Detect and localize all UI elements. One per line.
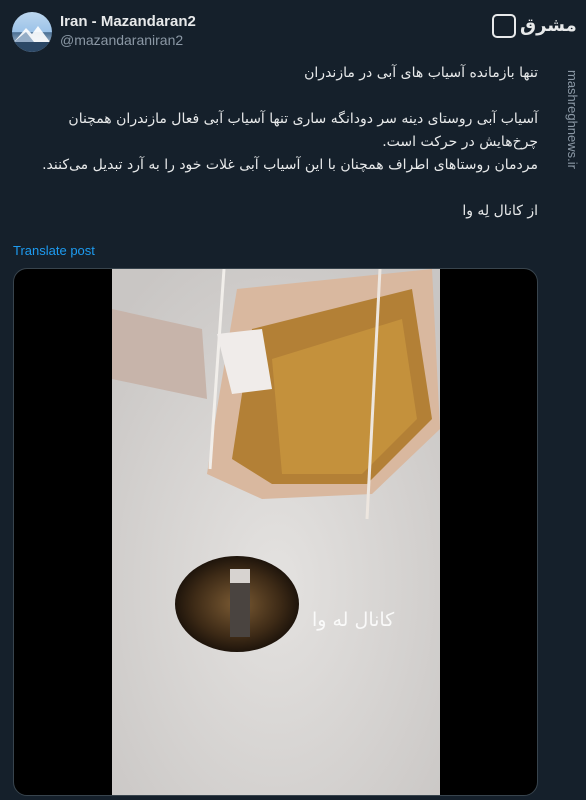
video-player[interactable]: کانال له وا — [13, 268, 538, 796]
logo-text: مشرق — [520, 15, 577, 36]
tweet-text: تنها بازمانده آسیاب های آبی در مازندران … — [14, 62, 538, 223]
tweet-line-body-1: آسیاب آبی روستای دینه سر دودانگه ساری تن… — [68, 111, 538, 150]
tweet-line-title: تنها بازمانده آسیاب های آبی در مازندران — [304, 65, 538, 81]
avatar[interactable] — [12, 12, 52, 52]
translate-post-link[interactable]: Translate post — [13, 243, 95, 258]
video-frame[interactable]: کانال له وا — [112, 269, 440, 795]
video-watermark-caption: کانال له وا — [312, 609, 395, 631]
tweet-line-source: از کانال لِه وا — [462, 203, 538, 219]
mashregh-logo: مشرق — [492, 12, 577, 42]
logo-icon — [492, 14, 516, 38]
tweet-line-body-2: مردمان روستاهای اطراف همچنان با این آسیا… — [42, 157, 538, 173]
post-header: Iran - Mazandaran2 @mazandaraniran2 مشرق — [12, 10, 577, 54]
watermark-text: mashreghnews.ir — [565, 70, 580, 169]
side-watermark: mashreghnews.ir — [562, 70, 584, 230]
author-display-name[interactable]: Iran - Mazandaran2 — [60, 12, 196, 31]
author-handle[interactable]: @mazandaraniran2 — [60, 31, 196, 50]
